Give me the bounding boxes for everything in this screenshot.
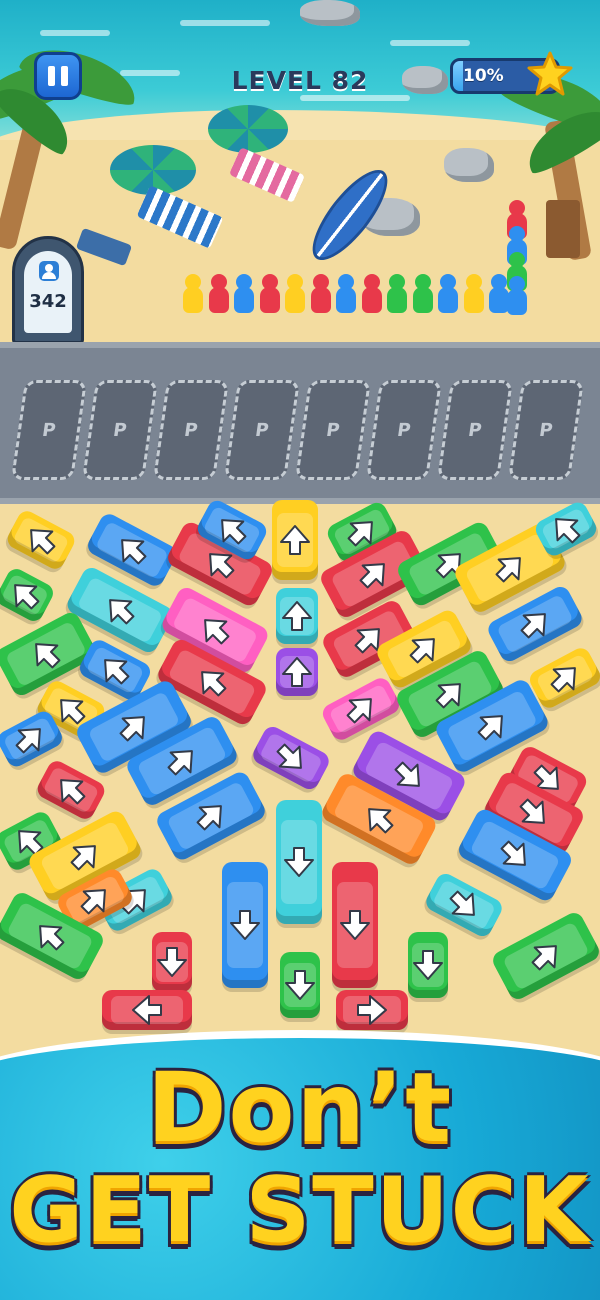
- vehicle-green[interactable]: [408, 932, 448, 998]
- direction-arrow-icon: [157, 947, 187, 977]
- vehicle-blue[interactable]: [222, 862, 268, 988]
- parking-slot-label: P: [40, 419, 58, 441]
- vehicle-lot: [0, 497, 600, 1060]
- passenger-counter: 342: [12, 236, 84, 344]
- rock: [300, 0, 360, 26]
- passenger-count: 342: [29, 291, 67, 312]
- vehicle-cyan[interactable]: [276, 588, 318, 644]
- waiting-passenger: [284, 274, 306, 314]
- direction-arrow-icon: [284, 847, 314, 877]
- waiting-passenger: [335, 274, 357, 314]
- vehicle-red[interactable]: [152, 932, 192, 992]
- vehicle-pink[interactable]: [319, 674, 403, 744]
- passenger-icon: [39, 261, 59, 281]
- level-title: LEVEL 82: [231, 66, 369, 95]
- waiting-passenger: [437, 274, 459, 314]
- waiting-passenger: [361, 274, 383, 314]
- parking-slot-label: P: [253, 419, 271, 441]
- direction-arrow-icon: [280, 525, 310, 555]
- vehicle-cyan[interactable]: [276, 800, 322, 924]
- parking-slot-label: P: [395, 419, 413, 441]
- waiting-passenger: [310, 274, 332, 314]
- vehicle-purple[interactable]: [276, 648, 318, 696]
- vehicle-green[interactable]: [0, 565, 57, 625]
- vehicle-green[interactable]: [280, 952, 320, 1018]
- game-screen: LEVEL 82 10% 342 P P P P P P P P Don’t GET STUC…: [0, 0, 600, 1300]
- waiting-passenger: [182, 274, 204, 314]
- parking-slot-label: P: [537, 419, 555, 441]
- waiting-passenger: [233, 274, 255, 314]
- direction-arrow-icon: [413, 950, 443, 980]
- waiting-passenger: [208, 274, 230, 314]
- direction-arrow-icon: [282, 601, 312, 631]
- vehicle-green[interactable]: [489, 909, 600, 1003]
- direction-arrow-icon: [230, 910, 260, 940]
- vehicle-purple[interactable]: [249, 723, 333, 793]
- waiting-passenger: [386, 274, 408, 314]
- parking-slot-label: P: [466, 419, 484, 441]
- progress-text: 10%: [463, 66, 504, 86]
- waiting-passenger: [259, 274, 281, 314]
- pause-button[interactable]: [34, 52, 82, 100]
- progress-fill: [453, 61, 464, 91]
- headline-line-1: Don’t: [146, 1052, 454, 1164]
- vehicle-red[interactable]: [336, 990, 408, 1030]
- direction-arrow-icon: [340, 910, 370, 940]
- parking-slot-label: P: [182, 419, 200, 441]
- waiting-passenger: [412, 274, 434, 314]
- rock: [444, 148, 494, 182]
- vehicle-yellow[interactable]: [4, 507, 78, 573]
- direction-arrow-icon: [357, 995, 387, 1025]
- headline-line-2: GET STUCK: [9, 1158, 591, 1263]
- direction-arrow-icon: [285, 970, 315, 1000]
- vehicle-red[interactable]: [102, 990, 192, 1030]
- beach-umbrella: [208, 105, 288, 153]
- parking-slot-label: P: [324, 419, 342, 441]
- direction-arrow-icon: [132, 995, 162, 1025]
- parking-slot-label: P: [111, 419, 129, 441]
- vehicle-yellow[interactable]: [272, 500, 318, 580]
- vehicle-red[interactable]: [332, 862, 378, 988]
- waiting-passenger: [463, 274, 485, 314]
- direction-arrow-icon: [282, 657, 312, 687]
- rock: [402, 66, 448, 94]
- pause-icon: [48, 66, 55, 86]
- vehicle-cyan[interactable]: [422, 870, 506, 940]
- star-icon: [527, 51, 573, 96]
